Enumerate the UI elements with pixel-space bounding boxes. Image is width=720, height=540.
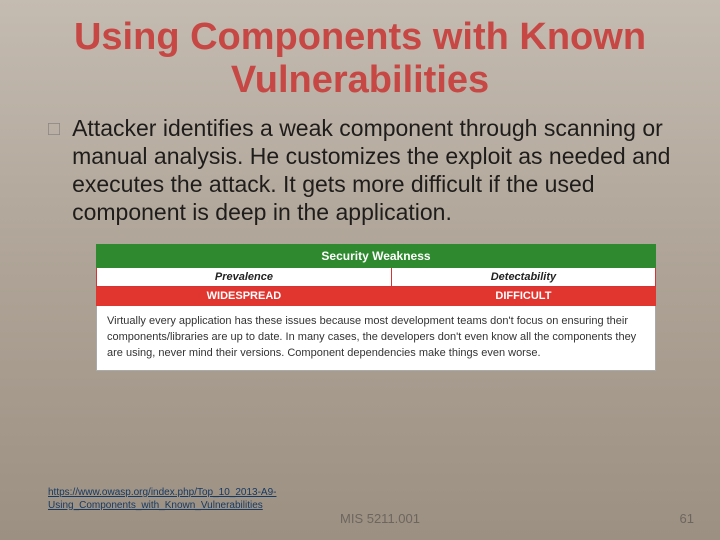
metric-prevalence: WIDESPREAD bbox=[97, 287, 392, 306]
table-header: Security Weakness bbox=[97, 245, 656, 268]
body-paragraph: Attacker identifies a weak component thr… bbox=[72, 114, 672, 226]
subheader-prevalence: Prevalence bbox=[97, 268, 392, 287]
bullet-icon: □ bbox=[48, 118, 60, 226]
table: Security Weakness Prevalence Detectabili… bbox=[96, 244, 656, 371]
subheader-detectability: Detectability bbox=[391, 268, 655, 287]
security-weakness-table: Security Weakness Prevalence Detectabili… bbox=[96, 244, 656, 371]
table-header-row: Security Weakness bbox=[97, 245, 656, 268]
slide-title: Using Components with Known Vulnerabilit… bbox=[0, 0, 720, 110]
table-description-row: Virtually every application has these is… bbox=[97, 306, 656, 371]
course-code: MIS 5211.001 bbox=[340, 511, 420, 526]
table-metric-row: WIDESPREAD DIFFICULT bbox=[97, 287, 656, 306]
table-description: Virtually every application has these is… bbox=[97, 306, 656, 371]
table-subheader-row: Prevalence Detectability bbox=[97, 268, 656, 287]
body-content: □ Attacker identifies a weak component t… bbox=[0, 110, 720, 226]
page-number: 61 bbox=[680, 511, 694, 526]
metric-detectability: DIFFICULT bbox=[391, 287, 655, 306]
source-link[interactable]: https://www.owasp.org/index.php/Top_10_2… bbox=[48, 487, 328, 512]
